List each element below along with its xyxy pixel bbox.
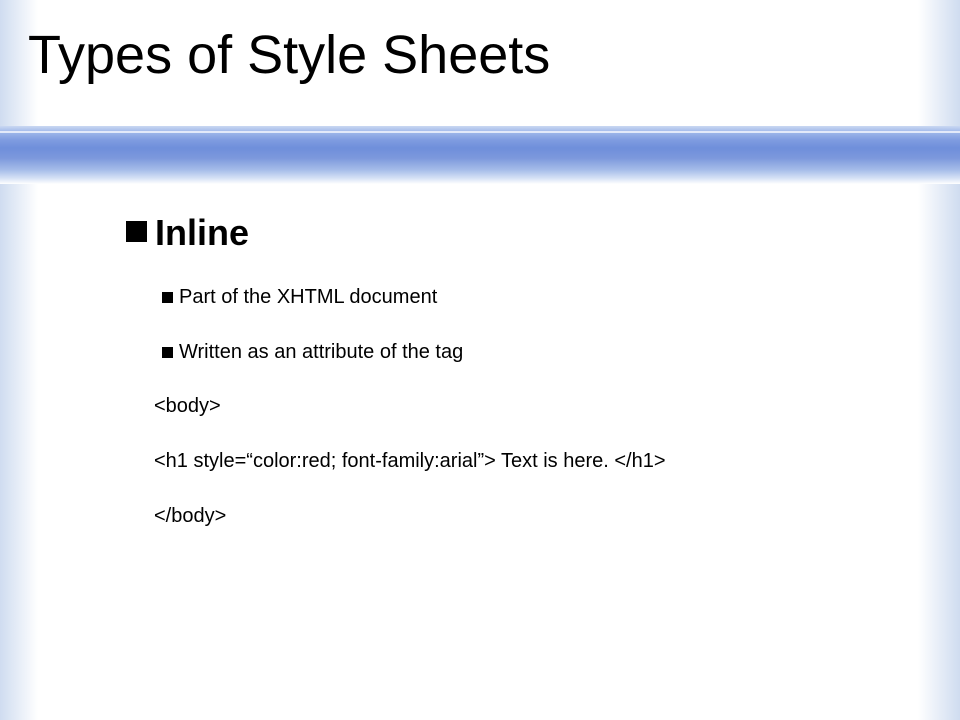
sub-bullet-text: Part of the XHTML document <box>179 286 438 308</box>
title-band-highlight <box>0 131 960 133</box>
sub-bullet: Written as an attribute of the tag <box>162 341 463 364</box>
sub-bullet-text: Written as an attribute of the tag <box>179 341 464 363</box>
sub-bullet: Part of the XHTML document <box>162 286 437 309</box>
square-bullet-icon <box>162 292 173 303</box>
code-line: </body> <box>154 505 227 527</box>
heading-bullet: Inline <box>126 212 249 254</box>
code-line: <h1 style=“color:red; font-family:arial”… <box>154 450 666 472</box>
title-underline-band <box>0 126 960 184</box>
square-bullet-icon <box>162 347 173 358</box>
slide-title: Types of Style Sheets <box>28 25 551 85</box>
heading-text: Inline <box>155 212 250 253</box>
code-line: <body> <box>154 395 221 417</box>
slide: Types of Style Sheets Inline Part of the… <box>0 0 960 720</box>
square-bullet-icon <box>126 220 147 242</box>
